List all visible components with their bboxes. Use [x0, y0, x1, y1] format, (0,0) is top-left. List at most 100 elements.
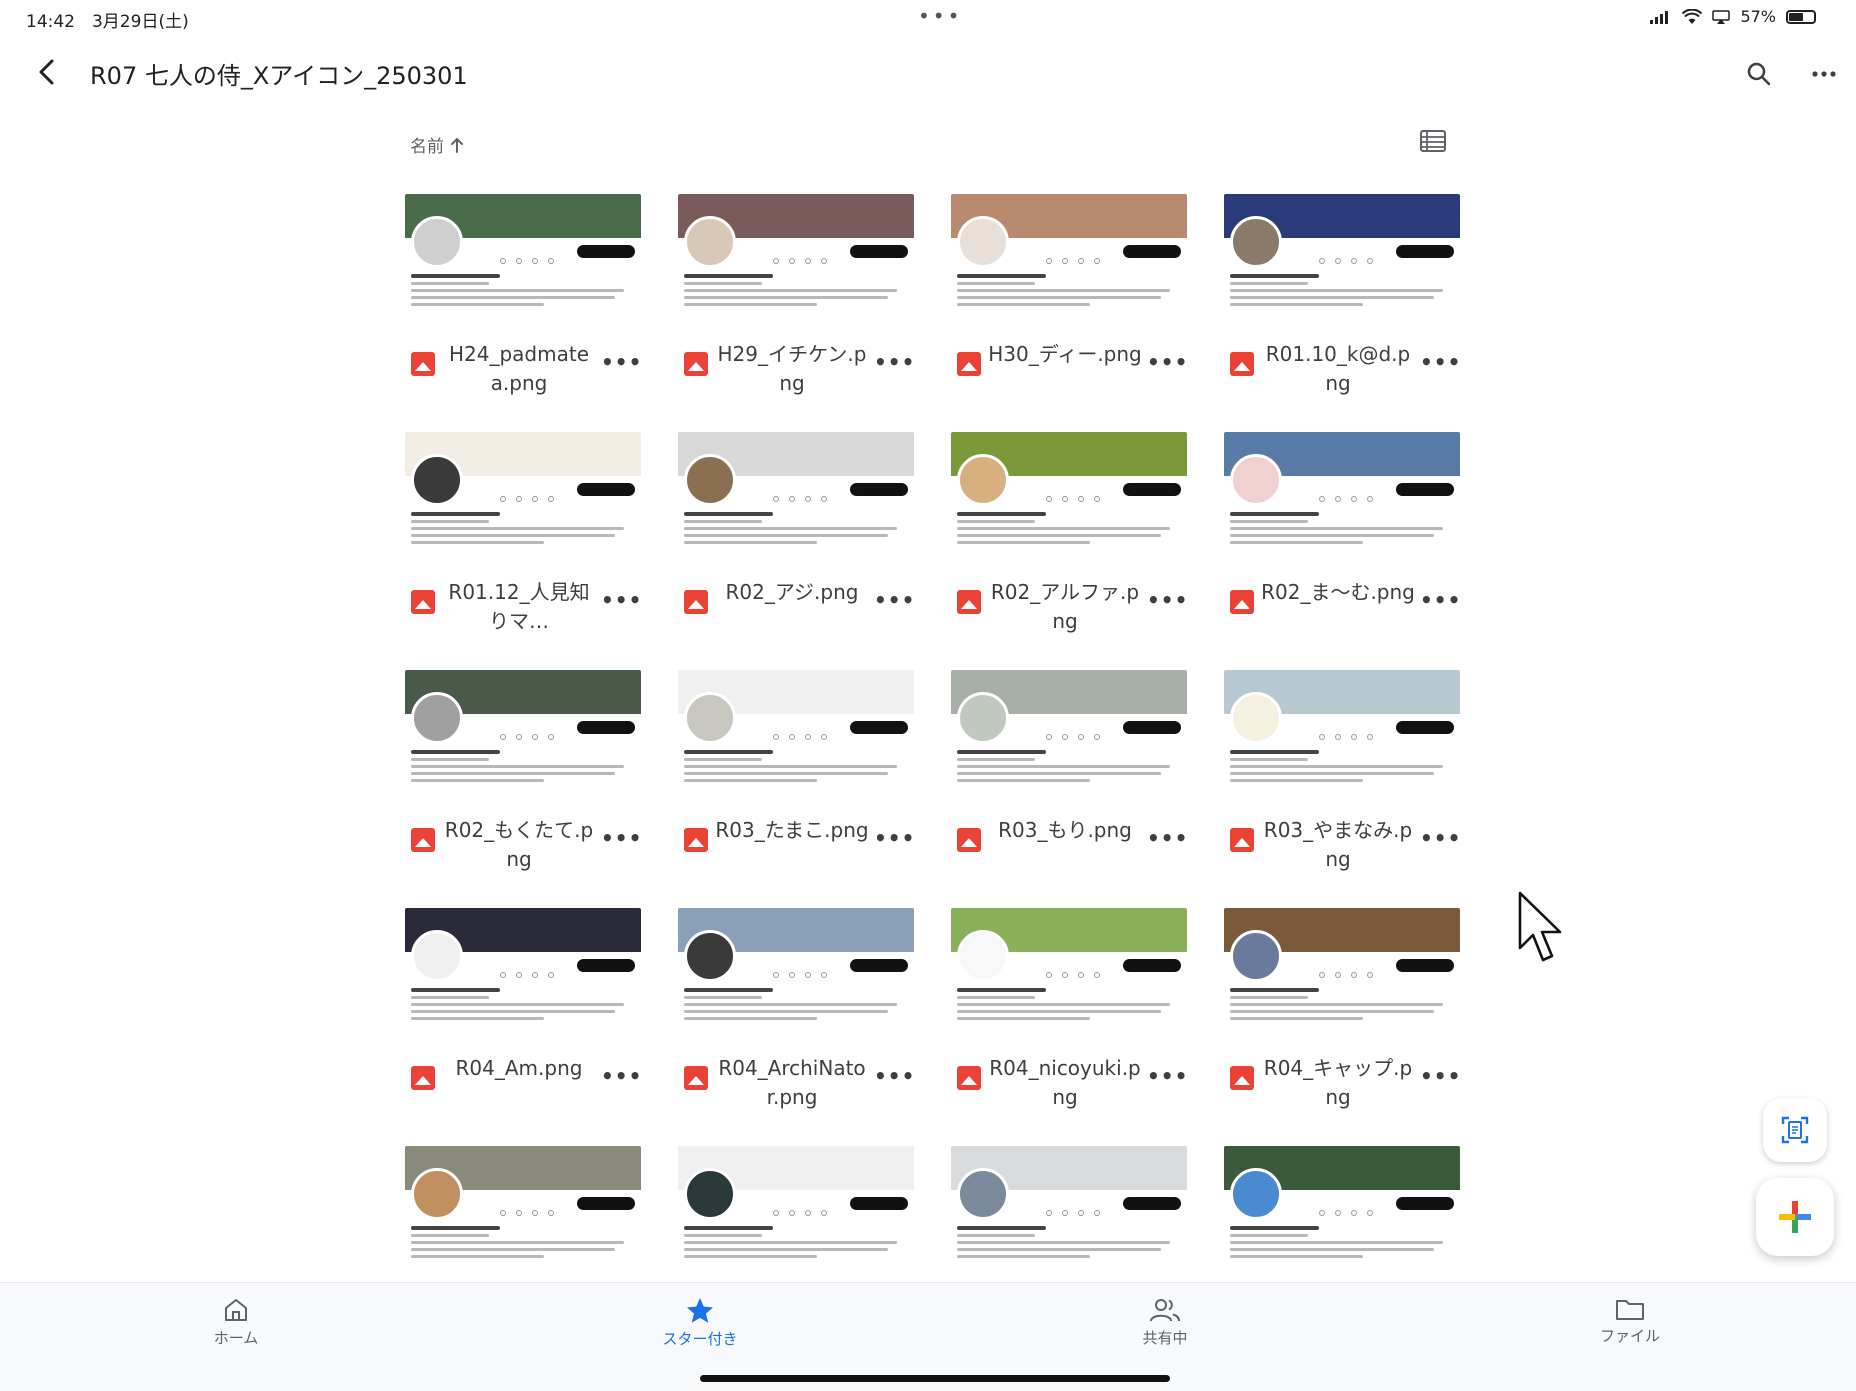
file-thumbnail[interactable] [678, 432, 914, 562]
file-more-button[interactable]: ••• [601, 1064, 641, 1092]
thumbnail-text-lines [1230, 988, 1452, 1024]
home-icon [225, 1299, 247, 1321]
multitasking-dots[interactable]: ••• [918, 4, 962, 28]
file-thumbnail[interactable] [678, 194, 914, 324]
file-thumbnail[interactable] [951, 1146, 1187, 1272]
battery-fill [1789, 12, 1803, 21]
nav-home[interactable]: ホーム [176, 1297, 296, 1357]
file-more-button[interactable]: ••• [874, 350, 914, 378]
file-more-button[interactable]: ••• [601, 826, 641, 854]
file-card[interactable]: R01.10_k@d.png ••• [1222, 192, 1462, 404]
file-more-button[interactable]: ••• [601, 588, 641, 616]
file-card[interactable]: H29_イチケン.png ••• [676, 192, 916, 404]
file-more-button[interactable]: ••• [601, 350, 641, 378]
file-thumbnail[interactable] [678, 908, 914, 1038]
file-name: R04_ArchiNator.png [718, 1056, 866, 1109]
file-thumbnail[interactable] [1224, 670, 1460, 800]
thumbnail-follow-pill [577, 959, 635, 972]
home-indicator[interactable] [700, 1375, 1170, 1382]
nav-home-label: ホーム [213, 1329, 259, 1347]
file-card[interactable]: R04_キャップ.png ••• [1222, 906, 1462, 1118]
image-file-icon [957, 590, 981, 614]
nav-files[interactable]: ファイル [1570, 1297, 1690, 1357]
file-card[interactable]: R03_たまこ.png ••• [676, 668, 916, 880]
thumbnail-text-lines [1230, 274, 1452, 310]
nav-shared[interactable]: 共有中 [1105, 1297, 1225, 1357]
file-card[interactable] [949, 1144, 1189, 1272]
file-card[interactable]: R01.12_人見知りマ… ••• [403, 430, 643, 642]
file-thumbnail[interactable] [1224, 194, 1460, 324]
scan-button[interactable] [1763, 1098, 1827, 1162]
file-more-button[interactable]: ••• [1147, 1064, 1187, 1092]
thumbnail-action-icons [1319, 487, 1389, 502]
file-more-button[interactable]: ••• [874, 826, 914, 854]
thumbnail-avatar [684, 692, 736, 744]
file-thumbnail[interactable] [405, 1146, 641, 1272]
thumbnail-follow-pill [1123, 245, 1181, 258]
file-thumbnail[interactable] [951, 194, 1187, 324]
file-thumbnail[interactable] [405, 194, 641, 324]
search-button[interactable] [1737, 52, 1781, 96]
file-thumbnail[interactable] [951, 670, 1187, 800]
file-thumbnail[interactable] [678, 1146, 914, 1272]
file-thumbnail[interactable] [951, 908, 1187, 1038]
thumbnail-action-icons [1046, 963, 1116, 978]
thumbnail-follow-pill [850, 245, 908, 258]
file-card[interactable]: R02_アジ.png ••• [676, 430, 916, 642]
file-card[interactable]: R04_nicoyuki.png ••• [949, 906, 1189, 1118]
file-thumbnail[interactable] [1224, 432, 1460, 562]
file-more-button[interactable]: ••• [1420, 350, 1460, 378]
thumbnail-text-lines [411, 750, 633, 786]
file-more-button[interactable]: ••• [874, 1064, 914, 1092]
file-thumbnail[interactable] [1224, 908, 1460, 1038]
file-card[interactable] [1222, 1144, 1462, 1272]
more-options-button[interactable] [1802, 52, 1846, 96]
file-thumbnail[interactable] [405, 432, 641, 562]
file-card[interactable]: H30_ディー.png ••• [949, 192, 1189, 404]
file-card[interactable]: R04_Am.png ••• [403, 906, 643, 1118]
signal-icon [1650, 10, 1669, 24]
file-thumbnail[interactable] [405, 908, 641, 1038]
image-file-icon [411, 828, 435, 852]
thumbnail-follow-pill [1123, 483, 1181, 496]
file-card[interactable]: R02_アルファ.png ••• [949, 430, 1189, 642]
new-item-button[interactable] [1756, 1178, 1834, 1256]
file-more-button[interactable]: ••• [1420, 588, 1460, 616]
file-thumbnail[interactable] [951, 432, 1187, 562]
search-icon [1747, 62, 1771, 86]
mouse-cursor-icon [1518, 891, 1562, 962]
file-card[interactable]: R04_ArchiNator.png ••• [676, 906, 916, 1118]
thumbnail-text-lines [411, 274, 633, 310]
file-more-button[interactable]: ••• [1420, 826, 1460, 854]
file-name: H29_イチケン.png [717, 342, 867, 395]
file-card[interactable]: H24_padmatea.png ••• [403, 192, 643, 404]
image-file-icon [1230, 828, 1254, 852]
file-more-button[interactable]: ••• [1147, 350, 1187, 378]
file-card[interactable]: R02_もくたて.png ••• [403, 668, 643, 880]
file-thumbnail[interactable] [1224, 1146, 1460, 1272]
back-button[interactable] [26, 52, 66, 92]
nav-shared-label: 共有中 [1142, 1329, 1188, 1347]
file-more-button[interactable]: ••• [1147, 826, 1187, 854]
file-more-button[interactable]: ••• [1420, 1064, 1460, 1092]
file-card[interactable] [676, 1144, 916, 1272]
nav-starred[interactable]: スター付き [640, 1297, 760, 1357]
file-card[interactable] [403, 1144, 643, 1272]
image-file-icon [684, 1066, 708, 1090]
thumbnail-action-icons [1319, 725, 1389, 740]
thumbnail-text-lines [411, 512, 633, 548]
sort-button[interactable]: 名前 [410, 132, 464, 157]
thumbnail-avatar [411, 454, 463, 506]
file-more-button[interactable]: ••• [1147, 588, 1187, 616]
file-more-button[interactable]: ••• [874, 588, 914, 616]
more-vert-icon [1812, 71, 1836, 77]
file-card[interactable]: R03_やまなみ.png ••• [1222, 668, 1462, 880]
file-thumbnail[interactable] [405, 670, 641, 800]
file-card[interactable]: R02_ま〜む.png ••• [1222, 430, 1462, 642]
thumbnail-action-icons [773, 725, 843, 740]
view-toggle-button[interactable] [1420, 130, 1450, 160]
file-info-row: R04_Am.png ••• [403, 1048, 643, 1108]
file-card[interactable]: R03_もり.png ••• [949, 668, 1189, 880]
thumbnail-avatar [957, 454, 1009, 506]
file-thumbnail[interactable] [678, 670, 914, 800]
